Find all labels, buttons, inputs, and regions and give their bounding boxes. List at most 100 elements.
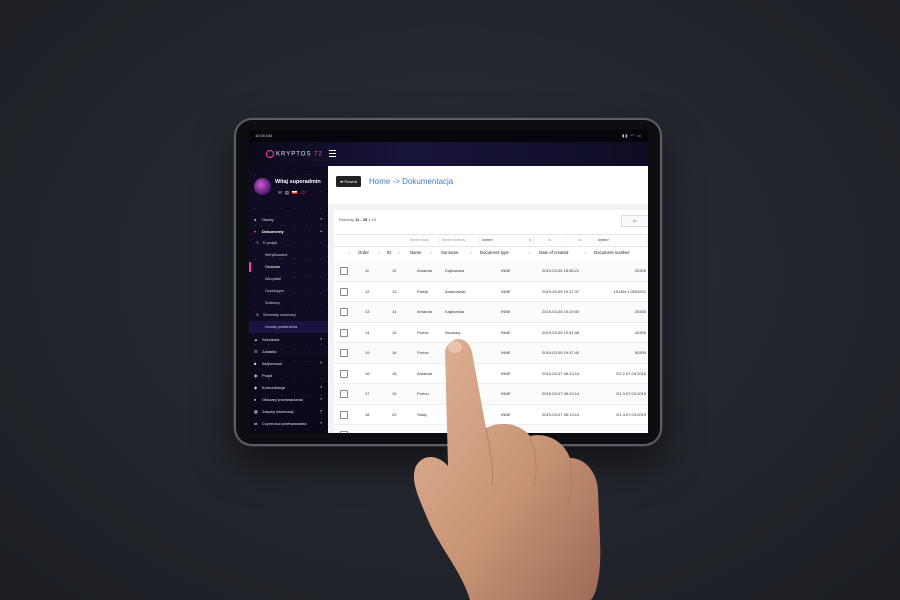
sidebar-subitem-szablony[interactable]: Szablony (249, 297, 328, 309)
sort-icon[interactable]: ⇅ (398, 251, 401, 255)
sidebar-subitem-osobowe[interactable]: Osobowe (249, 261, 328, 273)
table-row[interactable]: 19 21 Jerzy Ku INNE 2019-03-07 10:26:46 UPO.1.… (334, 425, 648, 433)
cell-order: 18 (365, 411, 370, 417)
column-surname[interactable]: Surname (441, 250, 458, 255)
sidebar-subitem-schematy-numeracji[interactable]: ⇅ Schematy numeracji (249, 309, 328, 321)
sort-icon[interactable]: ⇅ (348, 251, 351, 255)
sidebar-item-czynnosci-przetwarzania[interactable]: ⇄ Czynności przetwarzania ▾ (249, 417, 328, 429)
power-icon[interactable]: ⏻ (301, 190, 308, 195)
language-flag-icon[interactable] (292, 191, 298, 195)
cell-type: INNE (501, 370, 511, 376)
sidebar-subitem-umowy-powierzenia[interactable]: Umowy powierzenia (249, 321, 328, 333)
row-checkbox[interactable] (340, 267, 348, 275)
table-row[interactable]: 11 12 Amanda Kajkowska INNE 2019-03-05 18:38:… (334, 261, 648, 282)
sidebar-subitem-oczekujace[interactable]: Oczekujące (249, 285, 328, 297)
sidebar-item-label: Oczekujące (265, 289, 284, 293)
records-prefix: Rekordy (339, 217, 354, 222)
sidebar-item-zadania[interactable]: ☰ Zadania (249, 345, 328, 357)
table-row[interactable]: 14 15 Proton Novacky INNE 2019-03-05 19:31:08… (334, 323, 648, 343)
type-filter-select[interactable]: wybierz ▾ (480, 237, 534, 244)
table-row[interactable]: 13 14 Amanda Kajkowska INNE 2019-03-05 19:19:… (334, 302, 648, 323)
row-checkbox[interactable] (340, 349, 348, 357)
sidebar-item-obszary-przetwarzania[interactable]: ● Obszary przetwarzania ▾ (249, 393, 328, 405)
sidebar-item-label: Szkolenia (262, 336, 280, 342)
cell-surname: Kajkowska (445, 268, 465, 273)
dashboard-icon: ◉ (254, 372, 258, 378)
chevron-up-icon: ▴ (320, 229, 322, 233)
column-order[interactable]: Order (358, 250, 369, 255)
app-logo[interactable]: KRYPTOS 72 (266, 150, 323, 158)
exchange-icon: ⇄ (254, 420, 258, 426)
sort-icon[interactable]: ⇅ (584, 251, 587, 255)
sidebar-item-label: Pulpit (262, 372, 273, 378)
page-header: ⬅ Powrót Home -> Dokumentacja (328, 166, 648, 204)
sidebar-item-label: E-podpis (263, 241, 278, 245)
date-to-input[interactable]: do (566, 237, 594, 244)
sidebar-item-label: Weryfikowane (265, 253, 288, 257)
column-document-number[interactable]: Document number (594, 250, 629, 255)
cell-type: INNE (501, 309, 511, 314)
column-date-created[interactable]: Date of created (539, 250, 568, 255)
book-icon[interactable]: ▤ (285, 190, 292, 195)
hamburger-menu-icon[interactable] (329, 150, 336, 157)
cell-type: INNE (501, 391, 511, 396)
column-name[interactable]: Name (410, 250, 421, 255)
chevron-down-icon: ▾ (320, 337, 322, 341)
cell-name: Proton (417, 391, 429, 396)
table-row[interactable]: 16 18 Amanda INNE 2019-03-07 08:13:14 D1.2.07… (334, 364, 648, 384)
cell-order: 16 (365, 370, 370, 376)
sort-icon[interactable]: ⇅ (528, 251, 531, 255)
table-row[interactable]: 12 13 Patryk Adamowski INNE 2019-03-05 19:17:… (334, 282, 648, 302)
cell-order: 13 (365, 309, 370, 314)
sort-icon[interactable]: ⇅ (378, 251, 381, 255)
pager-first-button[interactable]: |< (621, 215, 648, 227)
column-id[interactable]: ID (387, 250, 391, 255)
sidebar-item-pulpit[interactable]: ◉ Pulpit (249, 369, 328, 381)
sidebar-item-label: Komunikacja (262, 384, 285, 390)
avatar[interactable] (254, 178, 271, 195)
table-header: ⇅ Order ⇅ ID ⇅ Name ⇅ Surname ⇅ Document… (334, 245, 648, 262)
cell-date: 2019-03-07 10:26:46 (542, 432, 579, 433)
row-checkbox[interactable] (340, 390, 348, 398)
sidebar-subitem-e-podpis[interactable]: ✎ E-podpis (249, 237, 328, 249)
row-checkbox[interactable] (340, 410, 348, 419)
row-checkbox[interactable] (340, 328, 348, 337)
column-document-type[interactable]: Document type (480, 250, 509, 255)
cell-name: Patryk (417, 288, 429, 294)
sidebar-subitem-wszystkie[interactable]: Wszystkie (249, 273, 328, 285)
sidebar-item-zasoby-informacji[interactable]: ▦ Zasoby informacji ▾ (249, 405, 328, 417)
table-row[interactable]: 18 20 Vitaly INNE 2019-03-07 08:13:14 D1.4.07… (334, 405, 648, 425)
status-time: 10:05 AM (255, 133, 272, 138)
date-from-input[interactable]: od (534, 237, 566, 244)
person-icon: ● (254, 216, 257, 222)
district-filter-input[interactable]: Wybierz dzielnię (440, 237, 480, 244)
chevron-down-icon: ▾ (320, 397, 322, 401)
table-row[interactable]: 17 19 Proton INNE 2019-03-07 08:13:14 D1.3.07… (334, 384, 648, 405)
sort-icon[interactable]: ⇅ (430, 251, 433, 255)
row-checkbox[interactable] (340, 308, 348, 316)
sidebar-subitem-weryfikowane[interactable]: Weryfikowane (249, 249, 328, 261)
date-filter-input[interactable]: Wybierz datę (408, 237, 440, 244)
breadcrumb[interactable]: Home -> Dokumentacja (369, 177, 453, 186)
row-checkbox[interactable] (340, 431, 348, 433)
row-checkbox[interactable] (340, 287, 348, 296)
sidebar-item-dokumenty[interactable]: ♥ Dokumenty ▴ (249, 225, 328, 237)
sort-icon[interactable]: ⇅ (470, 251, 473, 255)
row-checkbox[interactable] (340, 369, 348, 378)
cell-order: 15 (365, 350, 370, 355)
table-row[interactable]: 15 16 Proton INNE 2019-03-05 19:37:40 50305 (334, 343, 648, 364)
sidebar-item-aktywnosci[interactable]: ■ Aktywności ▾ (249, 357, 328, 369)
number-filter-select[interactable]: wybierz (596, 237, 648, 244)
cell-type: INNE (501, 268, 511, 273)
sidebar-item-osoby[interactable]: ● Osoby ▾ (249, 213, 328, 225)
sidebar-item-label: Obszary przetwarzania (262, 396, 303, 402)
cell-name: Amanda (417, 309, 432, 314)
cell-date: 2019-03-05 19:17:37 (542, 288, 580, 294)
sidebar-item-komunikacja[interactable]: ◆ Komunikacja ▾ (249, 381, 328, 393)
cell-order: 19 (365, 432, 369, 433)
cell-id: 18 (392, 370, 397, 376)
back-button[interactable]: ⬅ Powrót (336, 176, 361, 187)
sidebar-item-szkolenia[interactable]: ▲ Szkolenia ▾ (249, 333, 328, 345)
cell-id: 13 (392, 288, 397, 294)
mail-icon[interactable]: ✉ (278, 190, 285, 195)
